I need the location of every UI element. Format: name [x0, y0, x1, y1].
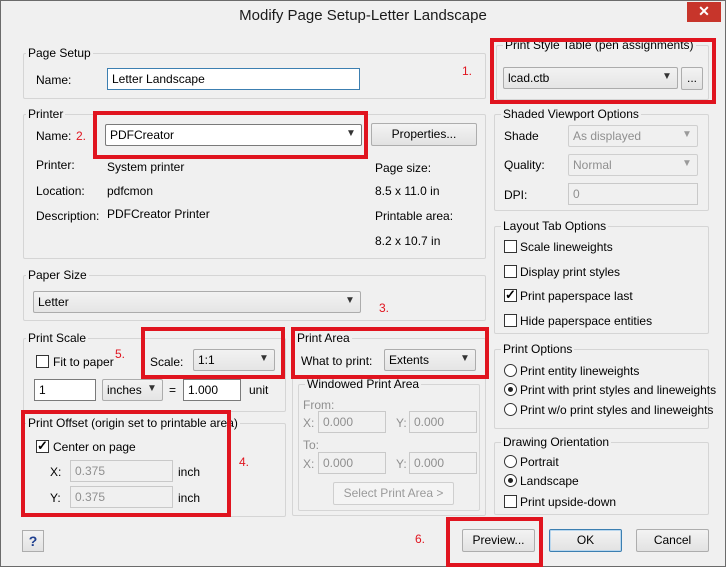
annotation-box-4 [21, 410, 231, 517]
shaded-viewport-title: Shaded Viewport Options [501, 107, 641, 121]
display-print-styles-checkbox[interactable] [504, 265, 517, 278]
window-title: Modify Page Setup-Letter Landscape [239, 7, 487, 24]
to-label: To: [303, 438, 320, 452]
chevron-down-icon: ▼ [147, 383, 157, 394]
annotation-label-5: 5. [115, 347, 126, 361]
radio-selected-dot [508, 387, 513, 392]
check-icon: ✓ [505, 287, 516, 302]
cancel-button[interactable]: Cancel [636, 529, 709, 552]
page-size-label: Page size: [375, 161, 432, 175]
units-select[interactable]: inches ▼ [102, 379, 163, 401]
landscape-radio[interactable] [504, 474, 517, 487]
paper-size-value: Letter [38, 295, 69, 309]
print-without-styles-radio[interactable] [504, 403, 517, 416]
quality-label: Quality: [504, 158, 545, 172]
chevron-down-icon: ▼ [682, 129, 692, 140]
properties-button[interactable]: Properties... [371, 123, 477, 146]
annotation-label-4: 4. [239, 455, 250, 469]
shade-select[interactable]: As displayed ▼ [568, 125, 698, 147]
print-upside-down-checkbox[interactable] [504, 495, 517, 508]
to-x-input[interactable]: 0.000 [318, 452, 386, 474]
chevron-down-icon: ▼ [345, 295, 355, 306]
scale-lineweights-label: Scale lineweights [520, 240, 613, 254]
landscape-label: Landscape [520, 474, 579, 488]
print-paperspace-last-checkbox[interactable]: ✓ [504, 287, 517, 302]
print-with-styles-label: Print with print styles and lineweights [520, 383, 717, 397]
fit-to-paper-label: Fit to paper [53, 355, 114, 369]
from-x-input[interactable]: 0.000 [318, 411, 386, 433]
scale-lineweights-checkbox[interactable] [504, 240, 517, 253]
annotation-label-6: 6. [415, 532, 426, 546]
unit-input[interactable]: 1.000 [183, 379, 241, 401]
print-without-styles-label: Print w/o print styles and lineweights [520, 403, 714, 417]
display-print-styles-label: Display print styles [520, 265, 621, 279]
to-y-label: Y: [396, 457, 407, 471]
printable-area-label: Printable area: [375, 209, 454, 223]
units-value: inches [107, 383, 142, 397]
ok-button[interactable]: OK [549, 529, 622, 552]
print-options-title: Print Options [501, 342, 575, 356]
location-value: pdfcmon [107, 184, 154, 198]
unit-label: unit [249, 383, 269, 397]
annotation-box-6 [446, 517, 543, 567]
to-y-input[interactable]: 0.000 [409, 452, 477, 474]
print-scale-title: Print Scale [26, 331, 89, 345]
drawing-orientation-title: Drawing Orientation [501, 435, 612, 449]
printer-name-label: Name: [36, 129, 72, 143]
annotation-box-2 [93, 111, 368, 159]
fit-to-paper-checkbox[interactable] [36, 355, 49, 368]
from-y-label: Y: [396, 416, 407, 430]
hide-paperspace-entities-label: Hide paperspace entities [520, 314, 653, 328]
page-setup-dialog: Modify Page Setup-Letter Landscape ✕ Pag… [0, 0, 726, 567]
page-size-value: 8.5 x 11.0 in [375, 184, 440, 198]
printer-type-value: System printer [107, 160, 185, 174]
annotation-label-2: 2. [76, 129, 87, 143]
help-icon[interactable]: ? [22, 530, 44, 552]
dpi-input[interactable]: 0 [568, 183, 698, 205]
annotation-box-1 [490, 38, 716, 104]
description-value: PDFCreator Printer [107, 207, 210, 221]
windowed-print-area-title: Windowed Print Area [305, 377, 422, 391]
inches-input[interactable]: 1 [34, 379, 96, 401]
portrait-radio[interactable] [504, 455, 517, 468]
equals-label: = [169, 383, 177, 397]
page-setup-title: Page Setup [26, 46, 93, 60]
chevron-down-icon: ▼ [682, 158, 692, 169]
to-x-label: X: [303, 457, 315, 471]
print-upside-down-label: Print upside-down [520, 495, 617, 509]
page-setup-name-input[interactable]: Letter Landscape [107, 68, 360, 90]
close-icon[interactable]: ✕ [687, 2, 721, 22]
paper-size-select[interactable]: Letter ▼ [33, 291, 361, 313]
location-label: Location: [36, 184, 85, 198]
from-y-input[interactable]: 0.000 [409, 411, 477, 433]
dpi-label: DPI: [504, 188, 528, 202]
layout-tab-title: Layout Tab Options [501, 219, 609, 233]
print-entity-lineweights-radio[interactable] [504, 364, 517, 377]
name-label: Name: [36, 73, 72, 87]
shade-label: Shade [504, 129, 539, 143]
from-label: From: [303, 398, 335, 412]
title-bar: Modify Page Setup-Letter Landscape ✕ [1, 1, 725, 33]
radio-selected-dot [508, 478, 513, 483]
shade-value: As displayed [573, 129, 642, 143]
annotation-box-3 [291, 327, 489, 379]
printable-area-value: 8.2 x 10.7 in [375, 234, 441, 248]
quality-select[interactable]: Normal ▼ [568, 154, 698, 176]
annotation-label-3: 3. [379, 301, 390, 315]
print-paperspace-last-label: Print paperspace last [520, 289, 633, 303]
annotation-label-1: 1. [462, 64, 473, 78]
printer-title: Printer [26, 107, 66, 121]
from-x-label: X: [303, 416, 315, 430]
printer-type-label: Printer: [36, 158, 75, 172]
description-label: Description: [36, 209, 100, 223]
hide-paperspace-entities-checkbox[interactable] [504, 314, 517, 327]
print-entity-lineweights-label: Print entity lineweights [520, 364, 640, 378]
annotation-box-5 [141, 327, 285, 379]
select-print-area-button[interactable]: Select Print Area > [333, 482, 454, 505]
quality-value: Normal [573, 158, 612, 172]
portrait-label: Portrait [520, 455, 559, 469]
paper-size-title: Paper Size [26, 268, 89, 282]
print-with-styles-radio[interactable] [504, 383, 517, 396]
